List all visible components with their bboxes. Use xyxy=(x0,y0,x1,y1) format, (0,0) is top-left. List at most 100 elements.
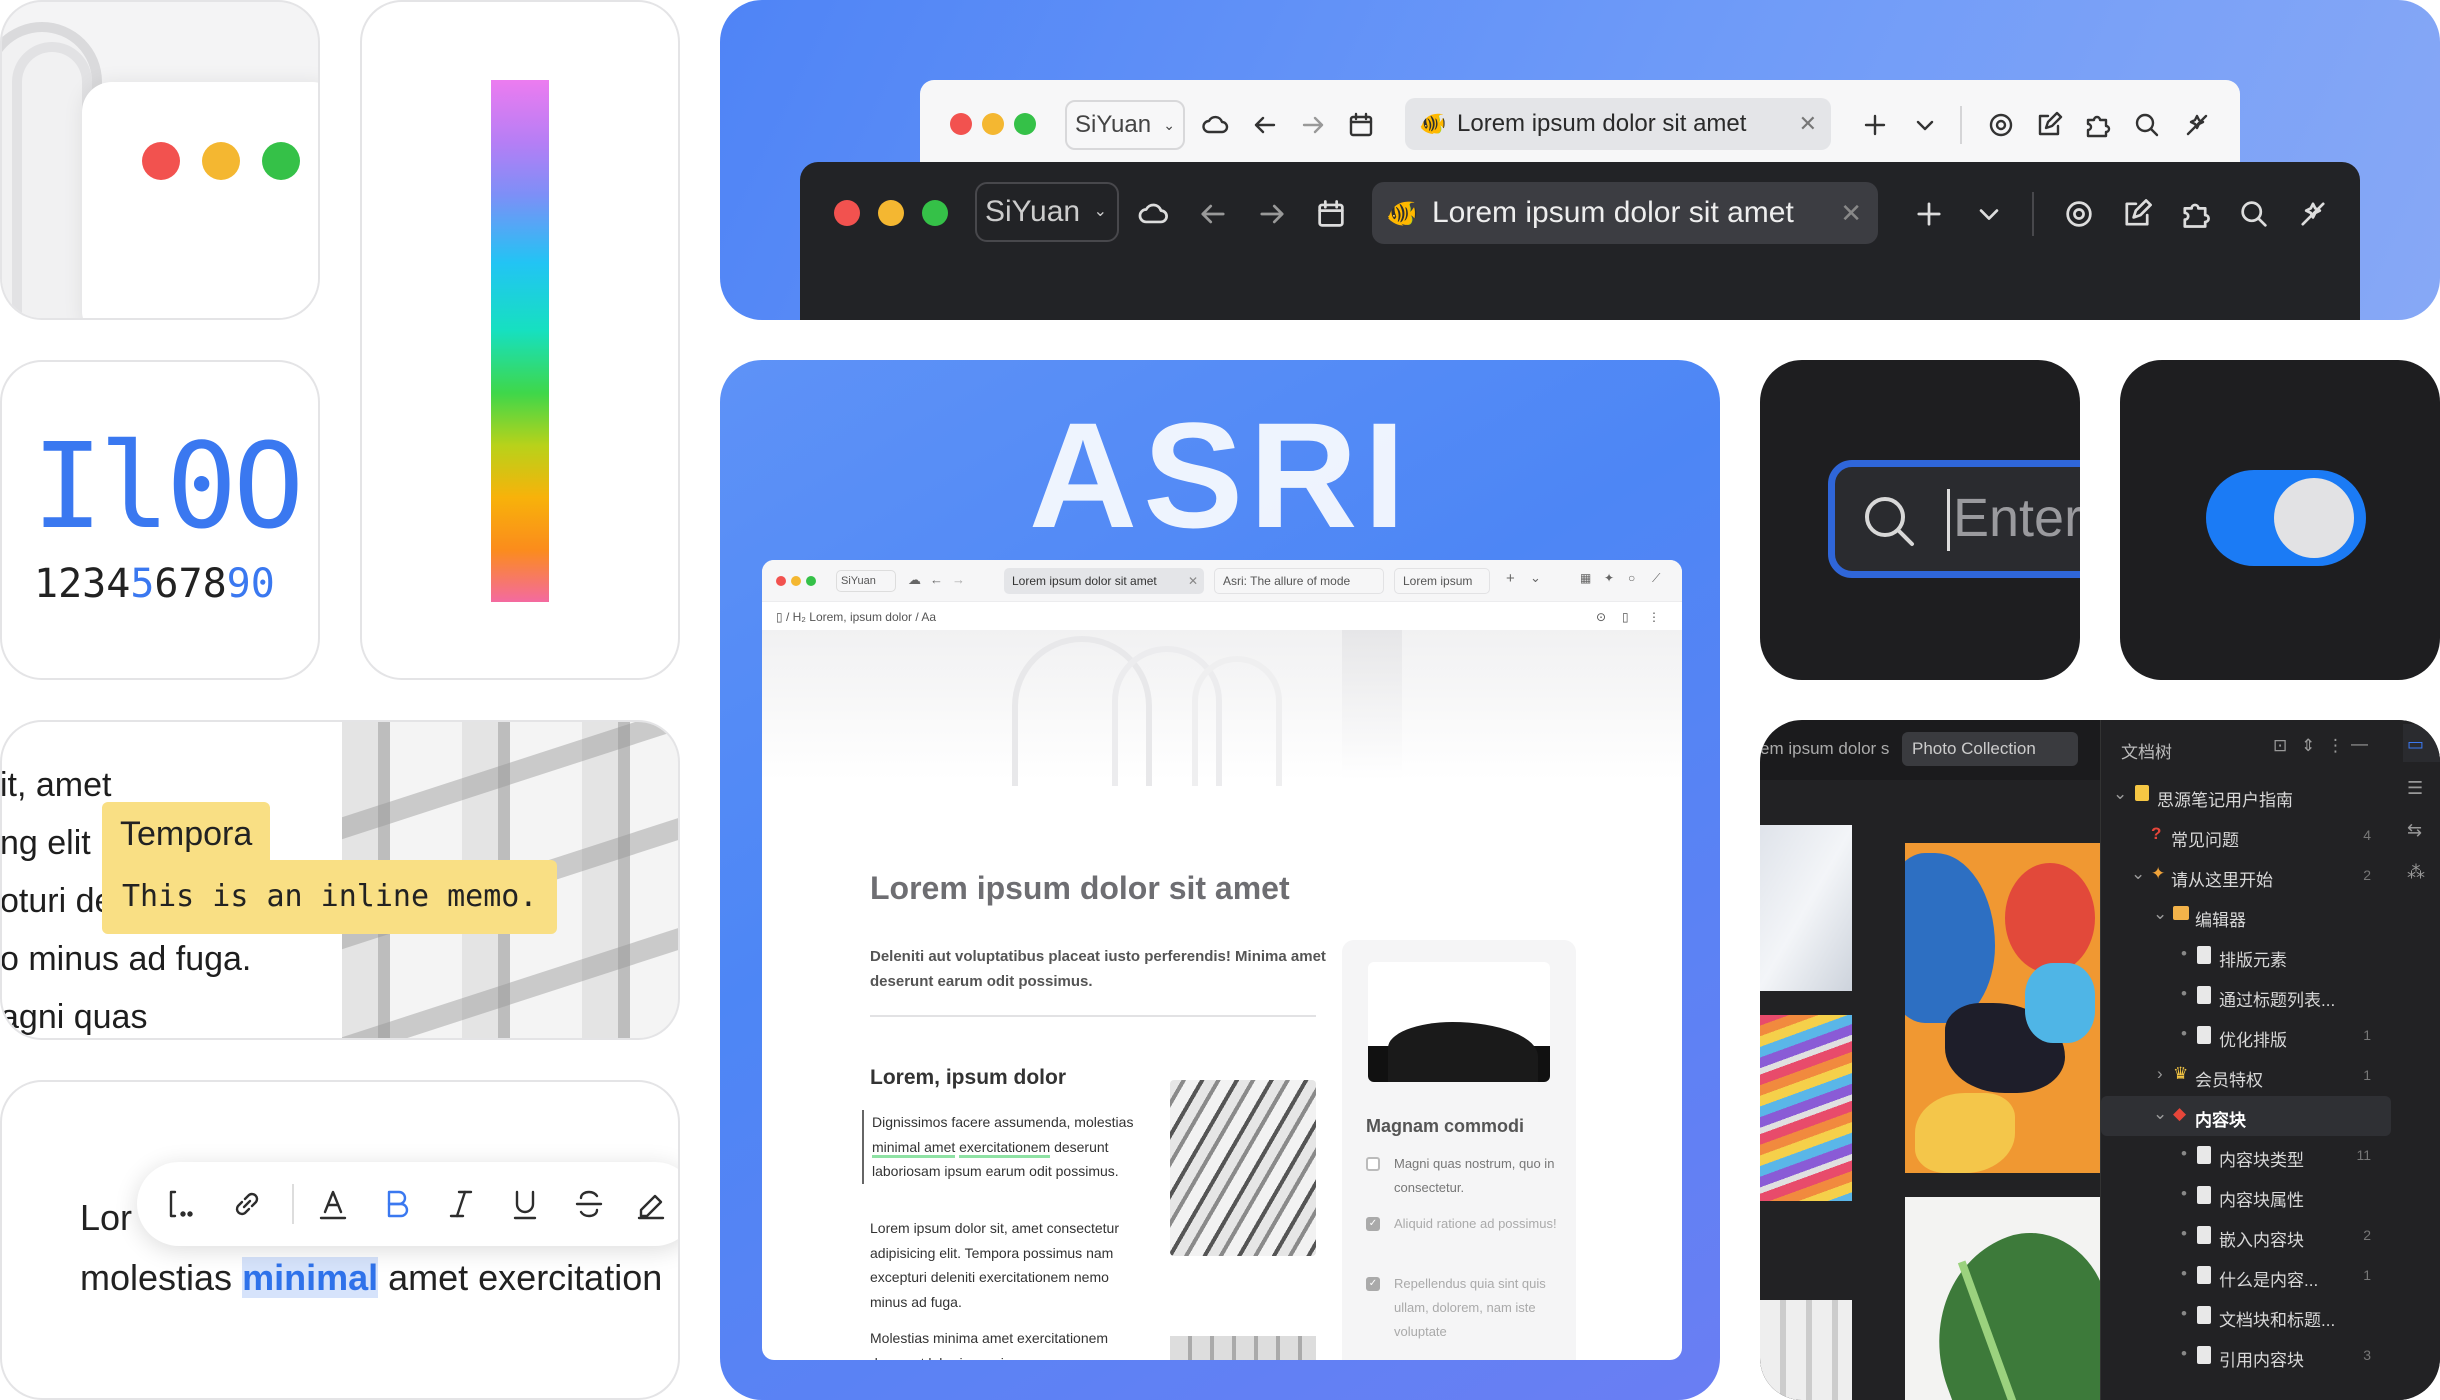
text-color-icon[interactable] xyxy=(315,1186,351,1222)
puzzle-icon[interactable]: ✦ xyxy=(1604,571,1614,585)
graph-icon[interactable]: ⁂ xyxy=(2407,862,2425,883)
tree-item[interactable]: • 优化排版 1 xyxy=(2101,1016,2401,1056)
minimize-dot[interactable] xyxy=(791,576,801,586)
tab[interactable]: Asri: The allure of mode xyxy=(1214,568,1384,594)
outline-icon[interactable]: ☰ xyxy=(2407,778,2423,799)
underline-icon[interactable] xyxy=(507,1186,543,1222)
tree-item[interactable]: › ♛ 会员特权 1 xyxy=(2101,1056,2401,1096)
checkbox-checked[interactable]: ✓ xyxy=(1366,1217,1380,1231)
add-tab-icon[interactable]: + xyxy=(1506,570,1515,587)
theme-icon[interactable] xyxy=(2296,197,2330,231)
chevron-down-icon[interactable]: ⌄ xyxy=(2113,784,2127,804)
chevron-down-icon[interactable]: ⌄ xyxy=(2131,864,2145,884)
back-arrow-icon[interactable]: ← xyxy=(930,572,943,587)
tree-item[interactable]: • 什么是内容... 1 xyxy=(2101,1256,2401,1296)
maximize-dot[interactable] xyxy=(1014,113,1036,135)
browser-icon[interactable] xyxy=(2062,197,2096,231)
edit-icon[interactable] xyxy=(2034,110,2064,140)
maximize-dot[interactable] xyxy=(806,576,816,586)
tree-item[interactable]: ? 常见问题 4 xyxy=(2101,816,2401,856)
tree-item[interactable]: • 通过标题列表... xyxy=(2101,976,2401,1016)
active-tab[interactable]: 🐠 Lorem ipsum dolor sit amet ✕ xyxy=(1372,182,1878,244)
chevron-down-icon[interactable] xyxy=(1910,110,1940,140)
back-arrow-icon[interactable] xyxy=(1196,197,1230,231)
tree-item-selected[interactable]: ⌄ ◆ 内容块 xyxy=(2101,1096,2391,1136)
search-icon[interactable] xyxy=(2237,197,2271,231)
toggle-switch[interactable] xyxy=(2206,470,2366,566)
tree-item[interactable]: • 引用内容块 3 xyxy=(2101,1336,2401,1376)
calendar-icon[interactable]: ▦ xyxy=(1580,571,1591,585)
more-icon[interactable]: ⋮ xyxy=(1648,610,1660,624)
highlight-word[interactable]: Tempora xyxy=(102,802,271,866)
locate-icon[interactable]: ⇕ xyxy=(2301,736,2315,756)
close-icon[interactable]: ✕ xyxy=(1188,568,1198,594)
add-tab-icon[interactable] xyxy=(1912,197,1946,231)
tree-item[interactable]: • 内容块属性 xyxy=(2101,1176,2401,1216)
eraser-icon[interactable] xyxy=(633,1186,669,1222)
maximize-dot[interactable] xyxy=(262,142,300,180)
tab[interactable]: Lorem ipsum xyxy=(1394,568,1490,594)
workspace-button[interactable]: SiYuan ⌄ xyxy=(975,182,1119,242)
lock-icon[interactable]: ⊙ xyxy=(1596,610,1606,624)
checkbox-checked[interactable]: ✓ xyxy=(1366,1277,1380,1291)
cloud-icon[interactable] xyxy=(1136,197,1170,231)
tree-item-notebook[interactable]: ⌄ 思源笔记用户指南 xyxy=(2101,776,2401,816)
forward-arrow-icon[interactable]: → xyxy=(952,572,965,587)
close-dot[interactable] xyxy=(950,113,972,135)
chevron-down-icon[interactable]: ⌄ xyxy=(2153,904,2167,924)
forward-arrow-icon[interactable] xyxy=(1255,197,1289,231)
backlink-icon[interactable]: ⇆ xyxy=(2407,820,2422,841)
close-icon[interactable]: ✕ xyxy=(1840,182,1862,244)
edit-icon[interactable] xyxy=(2120,197,2154,231)
tree-item[interactable]: • 内容块类型 11 xyxy=(2101,1136,2401,1176)
tree-item[interactable]: • 排版元素 xyxy=(2101,936,2401,976)
chevron-down-icon[interactable]: ⌄ xyxy=(1530,570,1541,586)
minimize-dot[interactable] xyxy=(202,142,240,180)
workspace-button[interactable]: SiYuan xyxy=(836,570,896,592)
close-dot[interactable] xyxy=(834,200,860,226)
minimize-icon[interactable]: — xyxy=(2351,734,2368,754)
tree-item[interactable]: • 嵌入内容块 2 xyxy=(2101,1216,2401,1256)
doc-title[interactable]: Lorem ipsum dolor sit amet xyxy=(870,870,1290,907)
forward-arrow-icon[interactable] xyxy=(1298,110,1328,140)
focus-icon[interactable]: ⊡ xyxy=(2273,736,2287,756)
browser-icon[interactable] xyxy=(1986,110,2016,140)
tab-active[interactable]: Lorem ipsum dolor sit amet ✕ xyxy=(1004,568,1204,594)
theme-icon[interactable]: ⟋ xyxy=(1652,571,1660,586)
folder-icon[interactable]: ▭ xyxy=(2407,734,2424,755)
search-icon[interactable] xyxy=(2132,110,2162,140)
link-icon[interactable] xyxy=(229,1186,265,1222)
bold-icon[interactable] xyxy=(379,1186,415,1222)
add-tab-icon[interactable] xyxy=(1860,110,1890,140)
minimize-dot[interactable] xyxy=(878,200,904,226)
chevron-down-icon[interactable]: ⌄ xyxy=(2153,1104,2167,1124)
file-icon[interactable]: ▯ xyxy=(1622,610,1629,624)
tree-item[interactable]: ⌄ ✦ 请从这里开始 2 xyxy=(2101,856,2401,896)
close-dot[interactable] xyxy=(142,142,180,180)
close-icon[interactable]: ✕ xyxy=(1799,98,1817,150)
active-tab[interactable]: 🐠 Lorem ipsum dolor sit amet ✕ xyxy=(1405,98,1831,150)
workspace-button[interactable]: SiYuan ⌄ xyxy=(1065,100,1185,150)
calendar-icon[interactable] xyxy=(1314,197,1348,231)
cloud-icon[interactable]: ☁ xyxy=(908,572,921,588)
chevron-right-icon[interactable]: › xyxy=(2157,1064,2163,1084)
theme-icon[interactable] xyxy=(2182,110,2212,140)
tree-item[interactable]: ⌄ 编辑器 xyxy=(2101,896,2401,936)
strikethrough-icon[interactable] xyxy=(571,1186,607,1222)
inline-memo[interactable]: This is an inline memo. xyxy=(102,860,558,934)
close-dot[interactable] xyxy=(776,576,786,586)
tab-partial[interactable]: em ipsum dolor s xyxy=(1760,732,1900,766)
breadcrumb-item[interactable]: H₂ Lorem, ipsum dolor xyxy=(793,610,912,624)
tab-photo-collection[interactable]: Photo Collection xyxy=(1902,732,2078,766)
selected-word[interactable]: minimal xyxy=(242,1257,379,1298)
maximize-dot[interactable] xyxy=(922,200,948,226)
tree-item[interactable]: • 文档块和标题... xyxy=(2101,1296,2401,1336)
italic-icon[interactable] xyxy=(443,1186,479,1222)
more-icon[interactable]: ⋮ xyxy=(2327,736,2344,756)
search-input[interactable]: Enter xyxy=(1828,460,2080,578)
minimize-dot[interactable] xyxy=(982,113,1004,135)
cloud-icon[interactable] xyxy=(1200,110,1230,140)
back-arrow-icon[interactable] xyxy=(1250,110,1280,140)
calendar-icon[interactable] xyxy=(1346,110,1376,140)
checkbox[interactable] xyxy=(1366,1157,1380,1171)
